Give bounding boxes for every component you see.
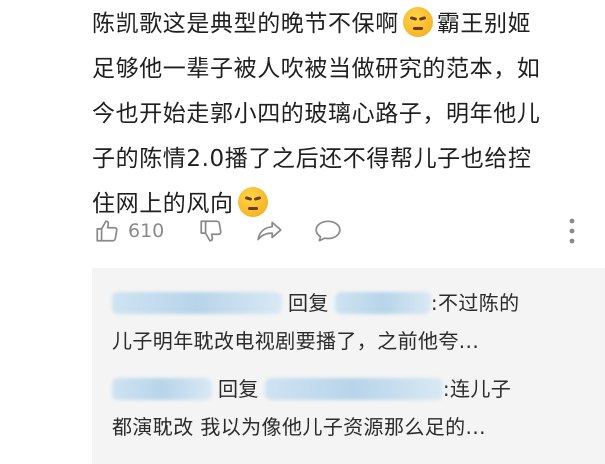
comment-text-segment: 子的陈情2.0播了之后还不得帮儿子也给控	[92, 146, 532, 172]
comment-body: 陈凯歌这是典型的晚节不保啊 霸王别姬 足够他一辈子被人吹被当做研究的范本，如 今也…	[92, 2, 598, 227]
more-options-button[interactable]	[568, 216, 576, 246]
reply-text: 都演耽改 我以为像他儿子资源那么足的...	[112, 415, 486, 439]
dislike-button[interactable]	[198, 218, 224, 244]
thumbs-down-icon	[200, 220, 222, 242]
comment-line-3: 今也开始走郭小四的玻璃心路子，明年他儿	[92, 92, 598, 137]
share-button[interactable]	[256, 218, 284, 244]
redacted-username[interactable]	[334, 292, 431, 314]
reply-verb: 回复	[288, 291, 329, 315]
comment-line-1: 陈凯歌这是典型的晚节不保啊 霸王别姬	[92, 2, 598, 47]
like-button[interactable]: 610	[94, 218, 164, 244]
comment-text-segment: 霸王别姬	[436, 11, 532, 37]
like-count: 610	[128, 220, 165, 242]
reply-text: :连儿子	[442, 377, 512, 401]
comment-icon	[315, 220, 341, 242]
reply-button[interactable]	[314, 218, 342, 244]
redacted-username[interactable]	[264, 378, 443, 400]
share-icon	[257, 221, 282, 241]
comment-text-segment: 陈凯歌这是典型的晚节不保啊	[92, 11, 399, 37]
reply-text: 儿子明年耽改电视剧要播了，之前他夸...	[112, 329, 480, 353]
angry-face-emoji-icon	[402, 7, 433, 37]
reply-verb: 回复	[218, 377, 259, 401]
reply-item[interactable]: 回复 :不过陈的 儿子明年耽改电视剧要播了，之前他夸...	[112, 284, 592, 360]
reply-text: :不过陈的	[430, 291, 520, 315]
reply-item[interactable]: 回复 :连儿子 都演耽改 我以为像他儿子资源那么足的...	[112, 370, 592, 446]
redacted-username[interactable]	[112, 292, 282, 314]
comment-line-2: 足够他一辈子被人吹被当做研究的范本，如	[92, 47, 598, 92]
thumbs-up-icon	[96, 220, 118, 242]
comment-text-segment: 今也开始走郭小四的玻璃心路子，明年他儿	[92, 101, 541, 127]
comment-line-4: 子的陈情2.0播了之后还不得帮儿子也给控	[92, 137, 598, 182]
comment-action-bar: 610	[92, 212, 592, 252]
comment-text-segment: 足够他一辈子被人吹被当做研究的范本，如	[92, 56, 541, 82]
more-icon	[569, 218, 575, 244]
replies-panel[interactable]: 回复 :不过陈的 儿子明年耽改电视剧要播了，之前他夸... 回复 :连儿子 都演耽改…	[92, 268, 605, 464]
reply-header-line: 回复 :不过陈的	[112, 284, 592, 322]
reply-header-line: 回复 :连儿子	[112, 370, 592, 408]
redacted-username[interactable]	[112, 378, 212, 400]
